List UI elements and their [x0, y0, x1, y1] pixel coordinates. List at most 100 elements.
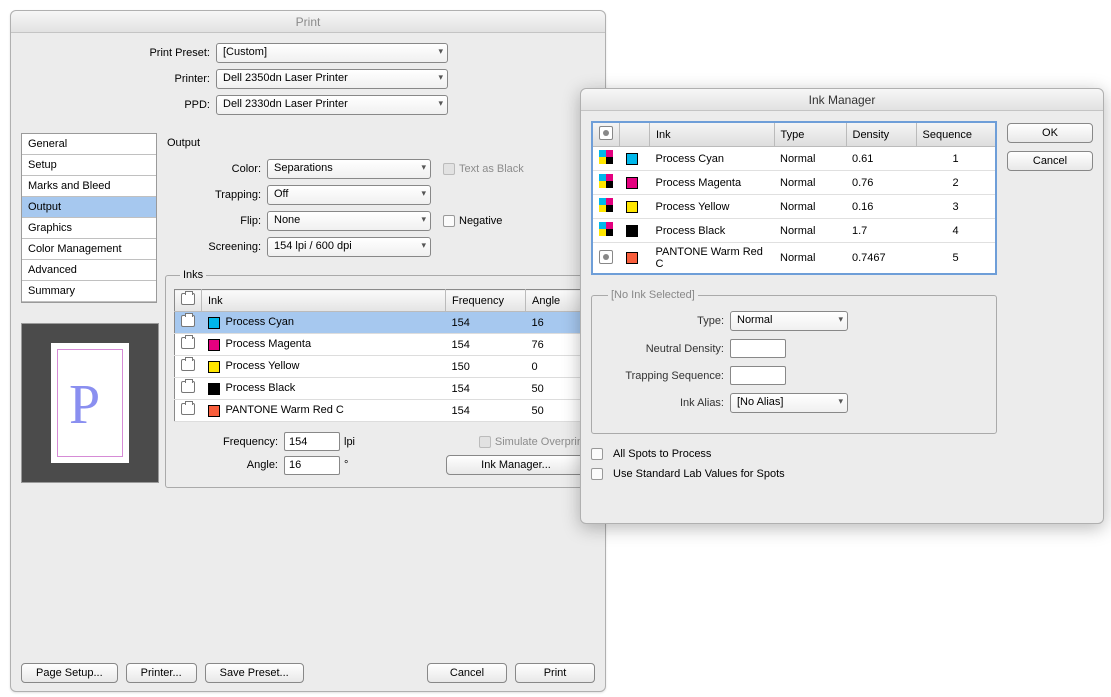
text-as-black-label: Text as Black	[459, 163, 524, 175]
ink-details-legend: [No Ink Selected]	[608, 289, 698, 301]
ink-manager-row[interactable]: Process MagentaNormal0.762	[592, 171, 996, 195]
print-preset-select[interactable]: [Custom]	[216, 43, 448, 63]
print-dialog-title: Print	[11, 11, 605, 33]
screening-select[interactable]: 154 lpi / 600 dpi	[267, 237, 431, 257]
ink-manager-row[interactable]: Process CyanNormal0.611	[592, 147, 996, 171]
ink-row[interactable]: PANTONE Warm Red C15450	[175, 400, 586, 422]
ink-manager-ok-button[interactable]: OK	[1007, 123, 1093, 143]
ink-header-type-icon[interactable]	[592, 122, 620, 147]
screening-label: Screening:	[165, 241, 267, 253]
frequency-input[interactable]	[284, 432, 340, 451]
print-bottom-bar: Page Setup... Printer... Save Preset... …	[11, 663, 605, 683]
sidebar-item-summary[interactable]: Summary	[22, 281, 156, 302]
ink-swatch	[208, 405, 220, 417]
save-preset-button[interactable]: Save Preset...	[205, 663, 304, 683]
sidebar-item-advanced[interactable]: Advanced	[22, 260, 156, 281]
trapping-sequence-input[interactable]	[730, 366, 786, 385]
ink-row[interactable]: Process Yellow1500	[175, 356, 586, 378]
sidebar-item-general[interactable]: General	[22, 134, 156, 155]
ink-row[interactable]: Process Magenta15476	[175, 334, 586, 356]
trapping-sequence-label: Trapping Sequence:	[602, 370, 730, 382]
process-ink-icon	[599, 174, 613, 188]
printer-select[interactable]: Dell 2350dn Laser Printer	[216, 69, 448, 89]
printer-icon[interactable]	[181, 381, 195, 393]
printer-icon[interactable]	[181, 315, 195, 327]
ink-manager-row[interactable]: Process BlackNormal1.74	[592, 219, 996, 243]
ink-row[interactable]: Process Black15450	[175, 378, 586, 400]
sidebar-item-output[interactable]: Output	[22, 197, 156, 218]
printer-label: Printer:	[11, 73, 216, 85]
output-panel: Output Color: Separations Text as Black …	[159, 133, 595, 488]
page-preview: P	[21, 323, 159, 483]
print-cancel-button[interactable]: Cancel	[427, 663, 507, 683]
process-ink-icon	[599, 222, 613, 236]
printer-button[interactable]: Printer...	[126, 663, 197, 683]
inks-header-angle[interactable]: Angle	[526, 290, 586, 312]
all-spots-label: All Spots to Process	[613, 448, 711, 460]
printer-icon[interactable]	[181, 337, 195, 349]
inks-table[interactable]: Ink Frequency Angle Process Cyan15416Pro…	[174, 289, 586, 422]
angle-input[interactable]	[284, 456, 340, 475]
sidebar-item-graphics[interactable]: Graphics	[22, 218, 156, 239]
color-select[interactable]: Separations	[267, 159, 431, 179]
ink-manager-row[interactable]: PANTONE Warm Red CNormal0.74675	[592, 243, 996, 275]
neutral-density-input[interactable]	[730, 339, 786, 358]
ink-header-ink[interactable]: Ink	[650, 122, 775, 147]
text-as-black-checkbox	[443, 163, 455, 175]
preview-letter-p: P	[69, 373, 100, 437]
simulate-overprint-checkbox	[479, 436, 491, 448]
ink-swatch	[626, 201, 638, 213]
ink-alias-label: Ink Alias:	[602, 397, 730, 409]
process-ink-icon	[599, 198, 613, 212]
inks-legend: Inks	[180, 269, 206, 281]
all-spots-checkbox[interactable]	[591, 448, 603, 460]
flip-label: Flip:	[165, 215, 267, 227]
page-setup-button[interactable]: Page Setup...	[21, 663, 118, 683]
inks-header-frequency[interactable]: Frequency	[446, 290, 526, 312]
negative-label: Negative	[459, 215, 502, 227]
ink-alias-select[interactable]: [No Alias]	[730, 393, 848, 413]
ink-row[interactable]: Process Cyan15416	[175, 312, 586, 334]
print-button[interactable]: Print	[515, 663, 595, 683]
ink-header-sequence[interactable]: Sequence	[916, 122, 996, 147]
printer-icon	[181, 293, 195, 305]
ink-manager-row[interactable]: Process YellowNormal0.163	[592, 195, 996, 219]
lab-values-checkbox[interactable]	[591, 468, 603, 480]
ink-manager-title: Ink Manager	[581, 89, 1103, 111]
angle-unit: °	[340, 459, 358, 471]
ink-manager-table[interactable]: Ink Type Density Sequence Process CyanNo…	[591, 121, 997, 275]
sidebar-item-setup[interactable]: Setup	[22, 155, 156, 176]
ink-swatch	[626, 153, 638, 165]
ink-swatch	[208, 339, 220, 351]
ppd-select[interactable]: Dell 2330dn Laser Printer	[216, 95, 448, 115]
preset-block: Print Preset: [Custom] Printer: Dell 235…	[11, 33, 605, 133]
spot-ink-icon	[599, 250, 613, 264]
lab-values-label: Use Standard Lab Values for Spots	[613, 468, 785, 480]
frequency-unit: lpi	[340, 436, 365, 448]
inks-header-ink[interactable]: Ink	[202, 290, 446, 312]
printer-icon[interactable]	[181, 403, 195, 415]
negative-checkbox[interactable]	[443, 215, 455, 227]
sidebar-item-color-management[interactable]: Color Management	[22, 239, 156, 260]
ink-manager-dialog: Ink Manager Ink Type Density Sequence Pr…	[580, 88, 1104, 524]
trapping-select[interactable]: Off	[267, 185, 431, 205]
printer-icon[interactable]	[181, 359, 195, 371]
ink-type-label: Type:	[602, 315, 730, 327]
frequency-label: Frequency:	[174, 436, 284, 448]
sidebar-item-marks-and-bleed[interactable]: Marks and Bleed	[22, 176, 156, 197]
ink-header-density[interactable]: Density	[846, 122, 916, 147]
ink-header-type[interactable]: Type	[774, 122, 846, 147]
ink-swatch	[208, 383, 220, 395]
section-title-output: Output	[165, 133, 595, 159]
ink-swatch	[626, 177, 638, 189]
print-preset-label: Print Preset:	[11, 47, 216, 59]
ink-manager-button[interactable]: Ink Manager...	[446, 455, 586, 475]
inks-fieldset: Inks Ink Frequency Angle Process Cyan154…	[165, 269, 595, 488]
flip-select[interactable]: None	[267, 211, 431, 231]
ink-manager-cancel-button[interactable]: Cancel	[1007, 151, 1093, 171]
print-dialog: Print Print Preset: [Custom] Printer: De…	[10, 10, 606, 692]
angle-label: Angle:	[174, 459, 284, 471]
ink-type-select[interactable]: Normal	[730, 311, 848, 331]
ink-swatch	[626, 225, 638, 237]
ppd-label: PPD:	[11, 99, 216, 111]
